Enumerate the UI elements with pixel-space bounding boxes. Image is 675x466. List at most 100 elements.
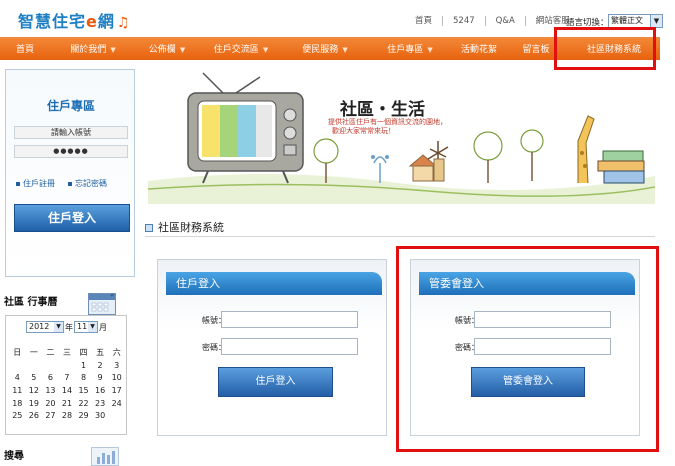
account-input[interactable]: 請輸入帳號 — [14, 126, 128, 139]
calendar-day[interactable]: 22 — [75, 397, 92, 410]
calendar-week-row: 18 19 20 21 22 23 24 — [9, 397, 125, 410]
nav-item-services[interactable]: 便民服務 ▼ — [284, 42, 366, 55]
calendar-day — [26, 359, 43, 372]
chevron-down-icon: ▼ — [262, 46, 269, 54]
chevron-down-icon: ▼ — [110, 46, 116, 54]
top-link-qa[interactable]: Q&A — [486, 16, 526, 26]
square-bullet-icon — [145, 224, 153, 232]
nav-item-home[interactable]: 首頁 — [0, 42, 50, 55]
section-divider — [145, 236, 655, 237]
calendar-day[interactable]: 28 — [59, 409, 76, 422]
weekday-label: 六 — [112, 347, 121, 357]
calendar-day[interactable]: 2 — [92, 359, 109, 372]
calendar-day[interactable]: 9 — [92, 371, 109, 384]
register-link[interactable]: 住戶註冊 — [16, 178, 55, 189]
resident-panel-header: 住戶登入 — [166, 272, 382, 295]
calendar-widget: 2012 ▼ 年 11 ▼ 月 日 一 二 三 四 五 六 123 4 5 6 7 8 9 10… — [5, 315, 127, 435]
nav-item-resident-zone[interactable]: 住戶專區 ▼ — [366, 42, 454, 55]
calendar-day[interactable]: 25 — [9, 409, 26, 422]
calendar-day[interactable]: 27 — [42, 409, 59, 422]
community-banner: 社區・生活 提供社區住戶有一個資訊交流的園地， 歡迎大家常常來玩！ — [148, 71, 655, 204]
section-title: 社區財務系統 — [145, 219, 224, 235]
calendar-day[interactable]: 21 — [59, 397, 76, 410]
calendar-day[interactable]: 7 — [59, 371, 76, 384]
top-link-home[interactable]: 首頁 — [405, 16, 444, 26]
calendar-day[interactable]: 23 — [92, 397, 109, 410]
square-bullet-icon — [68, 181, 72, 186]
chevron-down-icon: ▼ — [427, 46, 433, 54]
square-bullet-icon — [16, 181, 20, 186]
top-links: 首頁 5247 Q&A 網站客服 — [405, 16, 580, 26]
resident-login-button[interactable]: 住戶登入 — [218, 367, 333, 397]
site-logo[interactable]: 智慧住宅e網 ♫ — [18, 8, 130, 32]
calendar-day[interactable]: 16 — [92, 384, 109, 397]
calendar-day[interactable]: 8 — [75, 371, 92, 384]
calendar-day[interactable]: 14 — [59, 384, 76, 397]
chevron-down-icon: ▼ — [650, 15, 662, 27]
calendar-day — [42, 359, 59, 372]
calendar-day[interactable]: 26 — [26, 409, 43, 422]
calendar-day[interactable]: 4 — [9, 371, 26, 384]
top-link-5247[interactable]: 5247 — [443, 16, 486, 26]
chevron-down-icon: ▼ — [179, 46, 186, 54]
nav-item-about[interactable]: 關於我們 ▼ — [50, 42, 136, 55]
forgot-password-link[interactable]: 忘記密碼 — [68, 178, 107, 189]
calendar-week-row: 11 12 13 14 15 16 17 — [9, 384, 125, 397]
calendar-day[interactable]: 19 — [26, 397, 43, 410]
calendar-title: 社區 行事曆 — [4, 297, 58, 308]
music-note-icon: ♫ — [116, 15, 131, 31]
sidebar-login-button[interactable]: 住戶登入 — [14, 204, 130, 232]
calendar-year-select[interactable]: 2012 ▼ — [26, 321, 64, 333]
calendar-day[interactable]: 17 — [108, 384, 125, 397]
month-suffix: 月 — [99, 323, 107, 332]
nav-item-exchange[interactable]: 住戶交流區 ▼ — [198, 42, 284, 55]
calendar-day — [108, 409, 125, 422]
calendar-day[interactable]: 24 — [108, 397, 125, 410]
calendar-week-row: 25 26 27 28 29 30 — [9, 409, 125, 422]
calendar-grid: 日 一 二 三 四 五 六 123 4 5 6 7 8 9 10 11 12 13 14 15 16 1… — [9, 346, 125, 422]
resident-login-box: 住戶專區 請輸入帳號 ●●●●● 住戶註冊 忘記密碼 住戶登入 — [5, 69, 135, 277]
calendar-week-row: 123 — [9, 359, 125, 372]
highlight-box-committee — [396, 246, 659, 452]
password-input[interactable]: ●●●●● — [14, 145, 128, 158]
calendar-day[interactable]: 3 — [108, 359, 125, 372]
calendar-week-row: 4 5 6 7 8 9 10 — [9, 371, 125, 384]
weekday-label: 日 — [13, 347, 22, 357]
calendar-icon — [88, 293, 116, 315]
weekday-label: 五 — [96, 347, 105, 357]
highlight-box-nav — [554, 27, 656, 70]
calendar-day[interactable]: 13 — [42, 384, 59, 397]
calendar-day[interactable]: 6 — [42, 371, 59, 384]
calendar-day[interactable]: 12 — [26, 384, 43, 397]
calendar-day[interactable]: 18 — [9, 397, 26, 410]
calendar-day[interactable]: 30 — [92, 409, 109, 422]
calendar-day — [9, 359, 26, 372]
calendar-month-select[interactable]: 11 ▼ — [74, 321, 98, 333]
weekday-label: 二 — [46, 347, 55, 357]
resident-login-panel: 住戶登入 帳號： 密碼： 住戶登入 — [157, 259, 387, 436]
banner-title: 社區・生活 — [340, 100, 425, 120]
calendar-day[interactable]: 15 — [75, 384, 92, 397]
calendar-day[interactable]: 5 — [26, 371, 43, 384]
nav-item-bulletin[interactable]: 公佈欄 ▼ — [136, 42, 198, 55]
nav-item-events[interactable]: 活動花絮 — [454, 42, 504, 55]
resident-password-input[interactable] — [221, 338, 358, 355]
chevron-down-icon: ▼ — [342, 46, 348, 54]
calendar-day — [59, 359, 76, 372]
search-chart-icon — [91, 447, 119, 466]
weekday-label: 一 — [29, 347, 38, 357]
chevron-down-icon: ▼ — [54, 322, 63, 332]
language-select[interactable]: 繁體正文 ▼ — [608, 14, 663, 28]
calendar-day[interactable]: 29 — [75, 409, 92, 422]
login-box-title: 住戶專區 — [46, 99, 95, 113]
resident-account-input[interactable] — [221, 311, 358, 328]
calendar-day[interactable]: 1 — [75, 359, 92, 372]
search-title: 搜尋 — [4, 451, 24, 462]
calendar-weekday-row: 日 一 二 三 四 五 六 — [9, 346, 125, 359]
calendar-day[interactable]: 10 — [108, 371, 125, 384]
year-suffix: 年 — [65, 323, 73, 332]
weekday-label: 三 — [62, 347, 71, 357]
calendar-day[interactable]: 20 — [42, 397, 59, 410]
weekday-label: 四 — [79, 347, 88, 357]
calendar-day[interactable]: 11 — [9, 384, 26, 397]
